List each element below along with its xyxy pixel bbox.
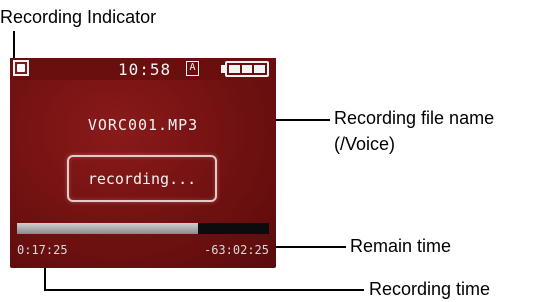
battery-segment [241, 65, 253, 73]
battery-segment [229, 65, 240, 73]
am-pm-indicator: A [186, 61, 199, 76]
recording-time-value: 0:17:25 [17, 243, 68, 257]
battery-segment [254, 65, 266, 73]
label-recording-time: Recording time [369, 279, 491, 299]
leader-line-remain-time [272, 246, 346, 248]
remain-time-value: -63:02:25 [203, 243, 269, 257]
recording-progress-fill [17, 223, 199, 234]
label-recording-file-name: Recording file name [334, 108, 495, 128]
recording-file-name: VORC001.MP3 [87, 116, 199, 134]
recording-status-text: recording... [87, 169, 197, 188]
recording-progress-bar [17, 223, 269, 234]
battery-icon [225, 61, 269, 77]
leader-line-recording-time-horizontal [44, 289, 364, 291]
clock: 10:58 [118, 60, 172, 79]
recording-status-box: recording... [67, 155, 217, 202]
recording-indicator-icon [13, 60, 29, 76]
label-recording-indicator: Recording Indicator [0, 7, 157, 27]
recorder-screen: 10:58 A VORC001.MP3 recording... 0:17:25… [10, 58, 276, 268]
recording-indicator-dot [17, 64, 25, 72]
label-recording-file-name-folder: (/Voice) [334, 134, 396, 154]
label-remain-time: Remain time [350, 236, 452, 256]
status-bar: 10:58 A [10, 58, 276, 80]
